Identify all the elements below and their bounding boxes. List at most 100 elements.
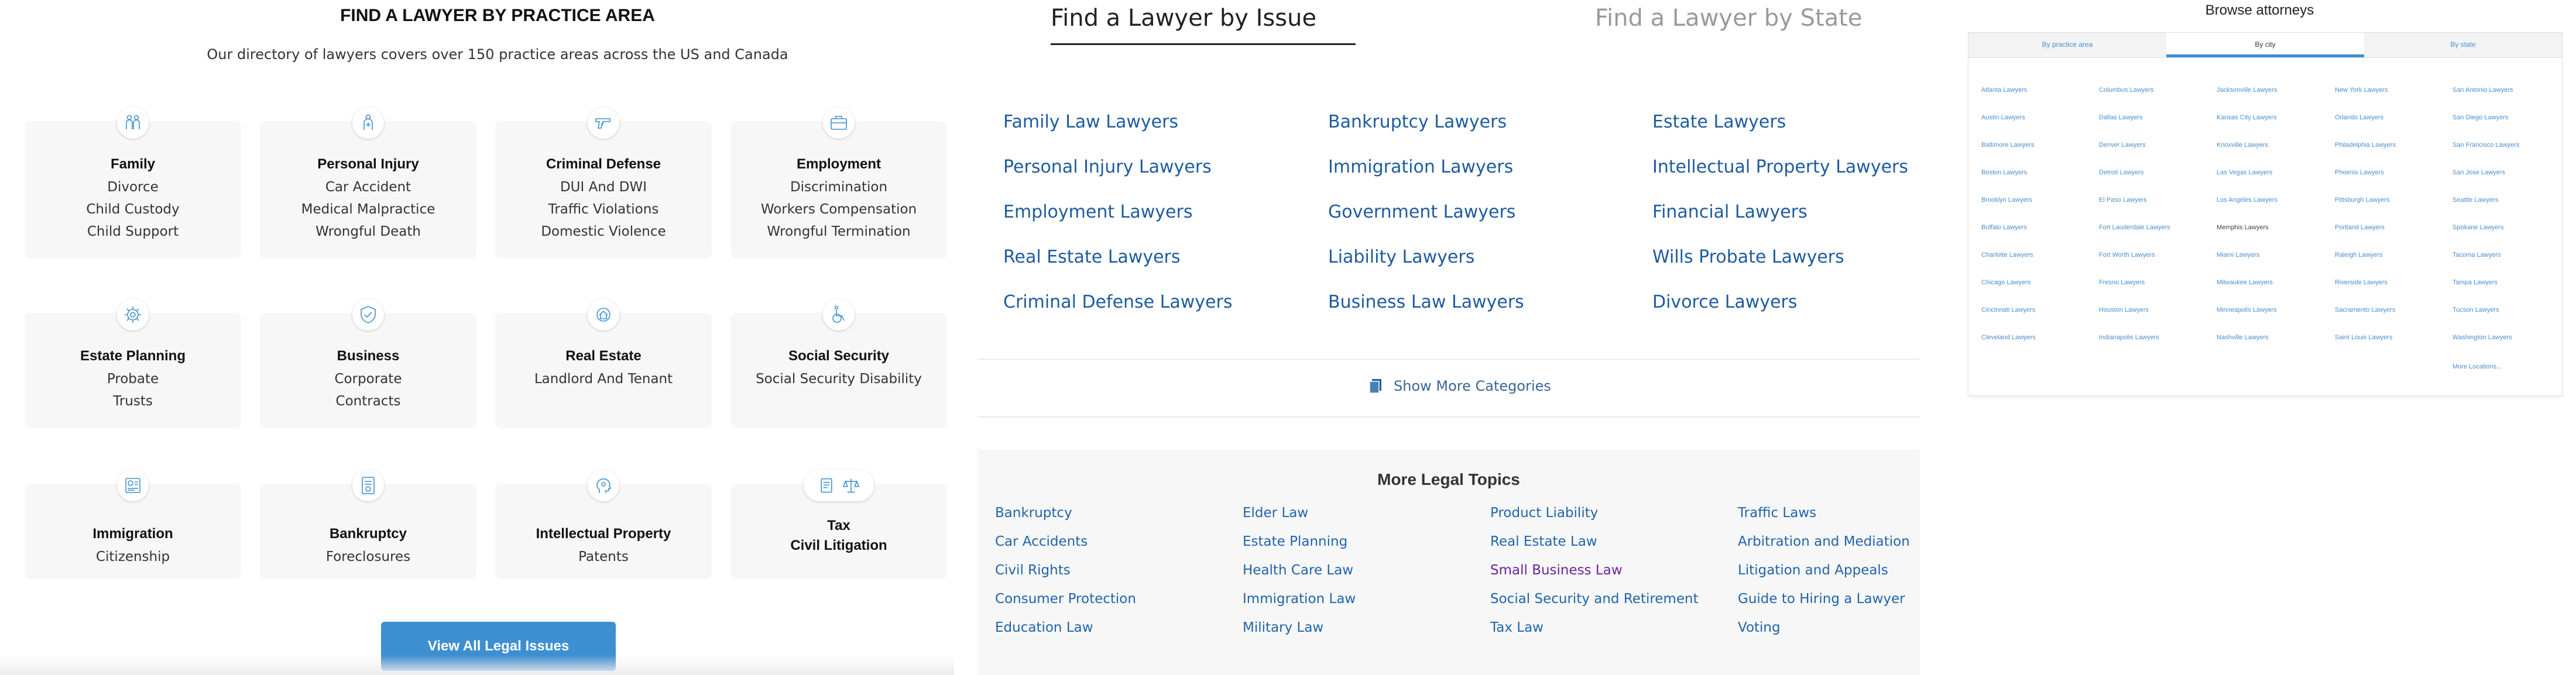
tab-find-by-issue[interactable]: Find a Lawyer by Issue bbox=[1051, 5, 1316, 32]
practice-sub-link[interactable]: Wrongful Termination bbox=[730, 221, 947, 243]
city-link[interactable]: Saint Louis Lawyers bbox=[2335, 334, 2392, 341]
practice-card-tax[interactable]: Tax Civil Litigation bbox=[730, 470, 947, 579]
issue-link[interactable]: Family Law Lawyers bbox=[1003, 112, 1178, 132]
tab-find-by-state[interactable]: Find a Lawyer by State bbox=[1595, 5, 1862, 32]
city-link[interactable]: Las Vegas Lawyers bbox=[2217, 169, 2272, 176]
practice-sub-link[interactable]: Wrongful Death bbox=[260, 221, 476, 243]
topic-link[interactable]: Voting bbox=[1738, 620, 1781, 635]
issue-link[interactable]: Intellectual Property Lawyers bbox=[1652, 157, 1908, 177]
city-link[interactable]: Baltimore Lawyers bbox=[1981, 142, 2034, 149]
city-link[interactable]: Dallas Lawyers bbox=[2099, 114, 2143, 121]
practice-sub-link[interactable]: Foreclosures bbox=[260, 546, 476, 568]
city-link[interactable]: Brooklyn Lawyers bbox=[1981, 197, 2032, 204]
city-link[interactable]: Knoxville Lawyers bbox=[2217, 142, 2268, 149]
city-link[interactable]: Milwaukee Lawyers bbox=[2217, 279, 2273, 286]
topic-link[interactable]: Real Estate Law bbox=[1490, 534, 1597, 549]
practice-sub-link[interactable]: Workers Compensation bbox=[730, 198, 947, 221]
practice-card-criminal-defense[interactable]: Criminal Defense DUI And DWI Traffic Vio… bbox=[495, 107, 712, 259]
city-link[interactable]: San Francisco Lawyers bbox=[2452, 142, 2519, 149]
issue-link[interactable]: Wills Probate Lawyers bbox=[1652, 247, 1844, 267]
practice-sub-link[interactable]: Patents bbox=[495, 546, 712, 568]
show-more-categories-button[interactable]: Show More Categories bbox=[1367, 377, 1551, 395]
issue-link[interactable]: Government Lawyers bbox=[1328, 202, 1515, 222]
city-link[interactable]: Philadelphia Lawyers bbox=[2335, 142, 2396, 149]
city-link[interactable]: Raleigh Lawyers bbox=[2335, 252, 2382, 259]
city-link[interactable]: Indianapolis Lawyers bbox=[2099, 334, 2159, 341]
practice-sub-link[interactable]: Traffic Violations bbox=[495, 198, 712, 221]
city-link[interactable]: Tucson Lawyers bbox=[2452, 306, 2499, 314]
topic-link[interactable]: Tax Law bbox=[1490, 620, 1543, 635]
city-link[interactable]: Miami Lawyers bbox=[2217, 252, 2259, 259]
city-link[interactable]: Nashville Lawyers bbox=[2217, 334, 2269, 341]
topic-link[interactable]: Arbitration and Mediation bbox=[1738, 534, 1910, 549]
issue-link[interactable]: Estate Lawyers bbox=[1652, 112, 1786, 132]
city-link[interactable]: Portland Lawyers bbox=[2335, 224, 2385, 231]
city-link[interactable]: San Antonio Lawyers bbox=[2452, 87, 2513, 94]
topic-link[interactable]: Health Care Law bbox=[1243, 563, 1353, 578]
issue-link[interactable]: Business Law Lawyers bbox=[1328, 292, 1524, 312]
practice-sub-link[interactable]: Trusts bbox=[25, 390, 241, 412]
city-link[interactable]: Fort Lauderdale Lawyers bbox=[2099, 224, 2170, 231]
topic-link[interactable]: Civil Rights bbox=[995, 563, 1071, 578]
practice-sub-link[interactable]: Corporate bbox=[260, 368, 476, 390]
topic-link[interactable]: Consumer Protection bbox=[995, 591, 1136, 607]
city-link[interactable]: Cleveland Lawyers bbox=[1981, 334, 2036, 341]
practice-sub-link[interactable]: Citizenship bbox=[25, 546, 241, 568]
practice-sub-link[interactable]: Discrimination bbox=[730, 176, 947, 198]
city-link[interactable]: Buffalo Lawyers bbox=[1981, 224, 2027, 231]
practice-sub-link[interactable]: Landlord And Tenant bbox=[495, 368, 712, 390]
practice-sub-link[interactable]: Car Accident bbox=[260, 176, 476, 198]
city-link[interactable]: Seattle Lawyers bbox=[2452, 197, 2498, 204]
city-link[interactable]: San Jose Lawyers bbox=[2452, 169, 2505, 176]
city-link[interactable]: Fort Worth Lawyers bbox=[2099, 252, 2155, 259]
city-link[interactable]: Chicago Lawyers bbox=[1981, 279, 2030, 286]
practice-sub-link[interactable]: Domestic Violence bbox=[495, 221, 712, 243]
practice-card-employment[interactable]: Employment Discrimination Workers Compen… bbox=[730, 107, 947, 259]
issue-link[interactable]: Employment Lawyers bbox=[1003, 202, 1192, 222]
practice-sub-link[interactable]: Probate bbox=[25, 368, 241, 390]
city-link[interactable]: Tampa Lawyers bbox=[2452, 279, 2498, 286]
tab-by-city[interactable]: By city bbox=[2166, 33, 2364, 57]
city-link[interactable]: Memphis Lawyers bbox=[2217, 224, 2269, 231]
issue-link[interactable]: Criminal Defense Lawyers bbox=[1003, 292, 1232, 312]
practice-sub-link[interactable]: Child Custody bbox=[25, 198, 241, 221]
practice-card-social-security[interactable]: Social Security Social Security Disabili… bbox=[730, 299, 947, 428]
practice-card-estate-planning[interactable]: Estate Planning Probate Trusts bbox=[25, 299, 241, 428]
city-link[interactable]: Sacramento Lawyers bbox=[2335, 306, 2395, 314]
city-link[interactable]: Riverside Lawyers bbox=[2335, 279, 2388, 286]
practice-card-bankruptcy[interactable]: Bankruptcy Foreclosures bbox=[260, 470, 476, 579]
topic-link[interactable]: Car Accidents bbox=[995, 534, 1088, 549]
topic-link[interactable]: Elder Law bbox=[1243, 505, 1308, 521]
city-link[interactable]: Washington Lawyers bbox=[2452, 334, 2512, 341]
topic-link[interactable]: Litigation and Appeals bbox=[1738, 563, 1888, 578]
issue-link[interactable]: Personal Injury Lawyers bbox=[1003, 157, 1212, 177]
city-link[interactable]: Phoenix Lawyers bbox=[2335, 169, 2384, 176]
practice-sub-link[interactable]: DUI And DWI bbox=[495, 176, 712, 198]
topic-link[interactable]: Social Security and Retirement bbox=[1490, 591, 1699, 607]
practice-sub-link[interactable]: Contracts bbox=[260, 390, 476, 412]
practice-sub-link[interactable]: Social Security Disability bbox=[730, 368, 947, 390]
city-link[interactable]: Jacksonville Lawyers bbox=[2217, 87, 2277, 94]
city-link[interactable]: Detroit Lawyers bbox=[2099, 169, 2143, 176]
issue-link[interactable]: Real Estate Lawyers bbox=[1003, 247, 1181, 267]
city-link[interactable]: Cincinnati Lawyers bbox=[1981, 306, 2035, 314]
city-link[interactable]: Kansas City Lawyers bbox=[2217, 114, 2277, 121]
city-link[interactable]: Boston Lawyers bbox=[1981, 169, 2027, 176]
city-link[interactable]: Austin Lawyers bbox=[1981, 114, 2025, 121]
practice-card-personal-injury[interactable]: Personal Injury Car Accident Medical Mal… bbox=[260, 107, 476, 259]
city-link[interactable]: San Diego Lawyers bbox=[2452, 114, 2508, 121]
city-link[interactable]: Tacoma Lawyers bbox=[2452, 252, 2501, 259]
city-link[interactable]: Orlando Lawyers bbox=[2335, 114, 2383, 121]
city-link[interactable]: Pittsburgh Lawyers bbox=[2335, 197, 2390, 204]
practice-card-real-estate[interactable]: Real Estate Landlord And Tenant bbox=[495, 299, 712, 428]
issue-link[interactable]: Liability Lawyers bbox=[1328, 247, 1474, 267]
tab-by-state[interactable]: By state bbox=[2364, 33, 2562, 57]
tab-by-practice-area[interactable]: By practice area bbox=[1968, 33, 2166, 57]
city-link[interactable]: New York Lawyers bbox=[2335, 87, 2388, 94]
city-link[interactable]: Fresno Lawyers bbox=[2099, 279, 2145, 286]
topic-link[interactable]: Product Liability bbox=[1490, 505, 1598, 521]
practice-sub-link[interactable]: Civil Litigation bbox=[730, 538, 947, 554]
topic-link[interactable]: Estate Planning bbox=[1243, 534, 1347, 549]
issue-link[interactable]: Divorce Lawyers bbox=[1652, 292, 1798, 312]
topic-link[interactable]: Traffic Laws bbox=[1738, 505, 1816, 521]
